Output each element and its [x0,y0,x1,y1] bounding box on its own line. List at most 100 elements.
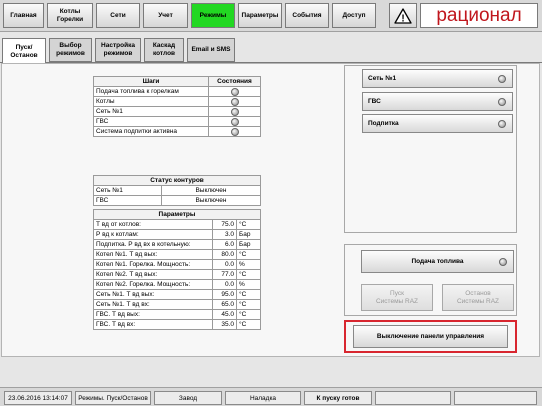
table-row: Котлы [93,96,261,107]
param-name: Т вд от котлов: [93,219,213,230]
param-value: 3.0 [212,229,237,240]
table-row: Котел №2. Горелка. Мощность: 0.0% [93,279,261,290]
table-row: Котел №2. Т вд вых: 77.0 °С [93,269,261,280]
table-row: Котел №1. Горелка. Мощность: 0.0% [93,259,261,270]
param-name: ГВС. Т вд вых: [93,309,213,320]
nav-button-parameters[interactable]: Параметры [238,3,282,28]
param-unit: °С [236,299,261,310]
step-name: Подача топлива к горелкам [93,86,209,97]
tab-boiler-cascade[interactable]: Каскад котлов [144,38,184,62]
shutdown-panel-button[interactable]: Выключение панели управления [353,325,508,348]
param-value: 80.0 [212,249,237,260]
param-name: Р вд к котлам: [93,229,213,240]
top-navigation-bar: Главная Котлы Горелки Сети Учет Режимы П… [0,0,542,32]
contours-status-table: Статус контуров Сеть №1 Выключен ГВС Вык… [93,175,261,206]
table-row: Сеть №1. Т вд вых: 95.0 °С [93,289,261,300]
network-1-button[interactable]: Сеть №1 [362,69,513,88]
param-unit: °С [236,249,261,260]
contour-name: Сеть №1 [93,185,162,196]
param-unit: % [236,279,261,290]
status-indicator-icon [498,120,506,128]
start-raz-button[interactable]: Пуск Системы RAZ [361,284,433,311]
param-name: Сеть №1. Т вд вых: [93,289,213,300]
stop-raz-button[interactable]: Останов Системы RAZ [442,284,514,311]
contour-controls-group [344,65,517,233]
step-name: ГВС [93,116,209,127]
status-site: Завод [154,391,222,405]
param-value: 6.0 [212,239,237,250]
param-unit: Бар [236,229,261,240]
nav-button-events[interactable]: События [285,3,329,28]
warning-button[interactable]: ! [389,3,417,28]
status-indicator-icon [499,258,507,266]
nav-button-main[interactable]: Главная [3,3,44,28]
status-datetime: 23.06.2016 13:14:07 [4,391,72,405]
status-indicator-icon [498,98,506,106]
table-row: Подпитка. Р вд вх в котельную: 6.0 Бар [93,239,261,250]
subtab-bar: Пуск/Останов Выбор режимов Настройка реж… [0,37,542,64]
step-name: Система подпитки активна [93,126,209,137]
nav-button-networks[interactable]: Сети [96,3,140,28]
hot-water-button[interactable]: ГВС [362,92,513,111]
stop-raz-label-line2: Системы RAZ [456,297,500,305]
param-name: Котел №1. Горелка. Мощность: [93,259,213,270]
table-row: Сеть №1 [93,106,261,117]
table-row: Р вд к котлам: 3.0 Бар [93,229,261,240]
nav-button-boilers-burners[interactable]: Котлы Горелки [47,3,93,28]
step-name: Котлы [93,96,209,107]
status-indicator-icon [498,75,506,83]
status-indicator-icon [230,87,239,96]
states-header: Состояния [208,76,261,87]
shutdown-highlight-frame: Выключение панели управления [344,320,517,353]
param-name: Котел №2. Т вд вых: [93,269,213,280]
status-indicator-icon [230,97,239,106]
fuel-supply-button[interactable]: Подача топлива [361,250,514,273]
nav-button-access[interactable]: Доступ [332,3,376,28]
param-unit: °С [236,269,261,280]
tab-email-sms[interactable]: Email и SMS [187,38,235,62]
param-unit: °С [236,309,261,320]
param-name: ГВС. Т вд вх: [93,319,213,330]
contour-name: ГВС [93,195,162,206]
tab-start-stop[interactable]: Пуск/Останов [2,38,46,64]
param-value: 65.0 [212,299,237,310]
table-row: ГВС. Т вд вых: 45.0 °С [93,309,261,320]
status-ready: К пуску готов [304,391,372,405]
param-value: 77.0 [212,269,237,280]
start-raz-label-line2: Системы RAZ [375,297,419,305]
nav-button-modes[interactable]: Режимы [191,3,235,28]
tab-mode-selection[interactable]: Выбор режимов [49,38,92,62]
table-row: Подача топлива к горелкам [93,86,261,97]
status-user: Наладка [225,391,301,405]
param-value: 95.0 [212,289,237,300]
table-row: Котел №1. Т вд вых: 80.0 °С [93,249,261,260]
step-name: Сеть №1 [93,106,209,117]
param-value: 45.0 [212,309,237,320]
param-unit: °С [236,289,261,300]
svg-text:!: ! [401,13,404,24]
param-unit: Бар [236,239,261,250]
table-row: ГВС [93,116,261,127]
param-value: 75.0 [212,219,237,230]
table-row: ГВС. Т вд вх: 35.0 °С [93,319,261,330]
steps-header: Шаги [93,76,209,87]
param-name: Котел №1. Т вд вых: [93,249,213,260]
table-row: Система подпитки активна [93,126,261,137]
param-unit: % [236,259,261,270]
table-row: Т вд от котлов: 75.0 °С [93,219,261,230]
contour-status: Выключен [161,185,261,196]
nav-button-metering[interactable]: Учет [143,3,188,28]
param-value: 0.0 [212,279,237,290]
status-indicator-icon [230,127,239,136]
stop-raz-label-line1: Останов [465,289,491,297]
param-unit: °С [236,319,261,330]
makeup-button[interactable]: Подпитка [362,114,513,133]
status-bar: 23.06.2016 13:14:07 Режимы. Пуск/Останов… [0,387,542,406]
status-mode: Режимы. Пуск/Останов [75,391,151,405]
status-slot-empty-2 [454,391,537,405]
status-slot-empty-1 [375,391,451,405]
param-name: Котел №2. Горелка. Мощность: [93,279,213,290]
parameters-table: Параметры Т вд от котлов: 75.0 °С Р вд к к… [93,209,261,330]
contours-title: Статус контуров [93,175,261,186]
tab-mode-settings[interactable]: Настройка режимов [95,38,141,62]
